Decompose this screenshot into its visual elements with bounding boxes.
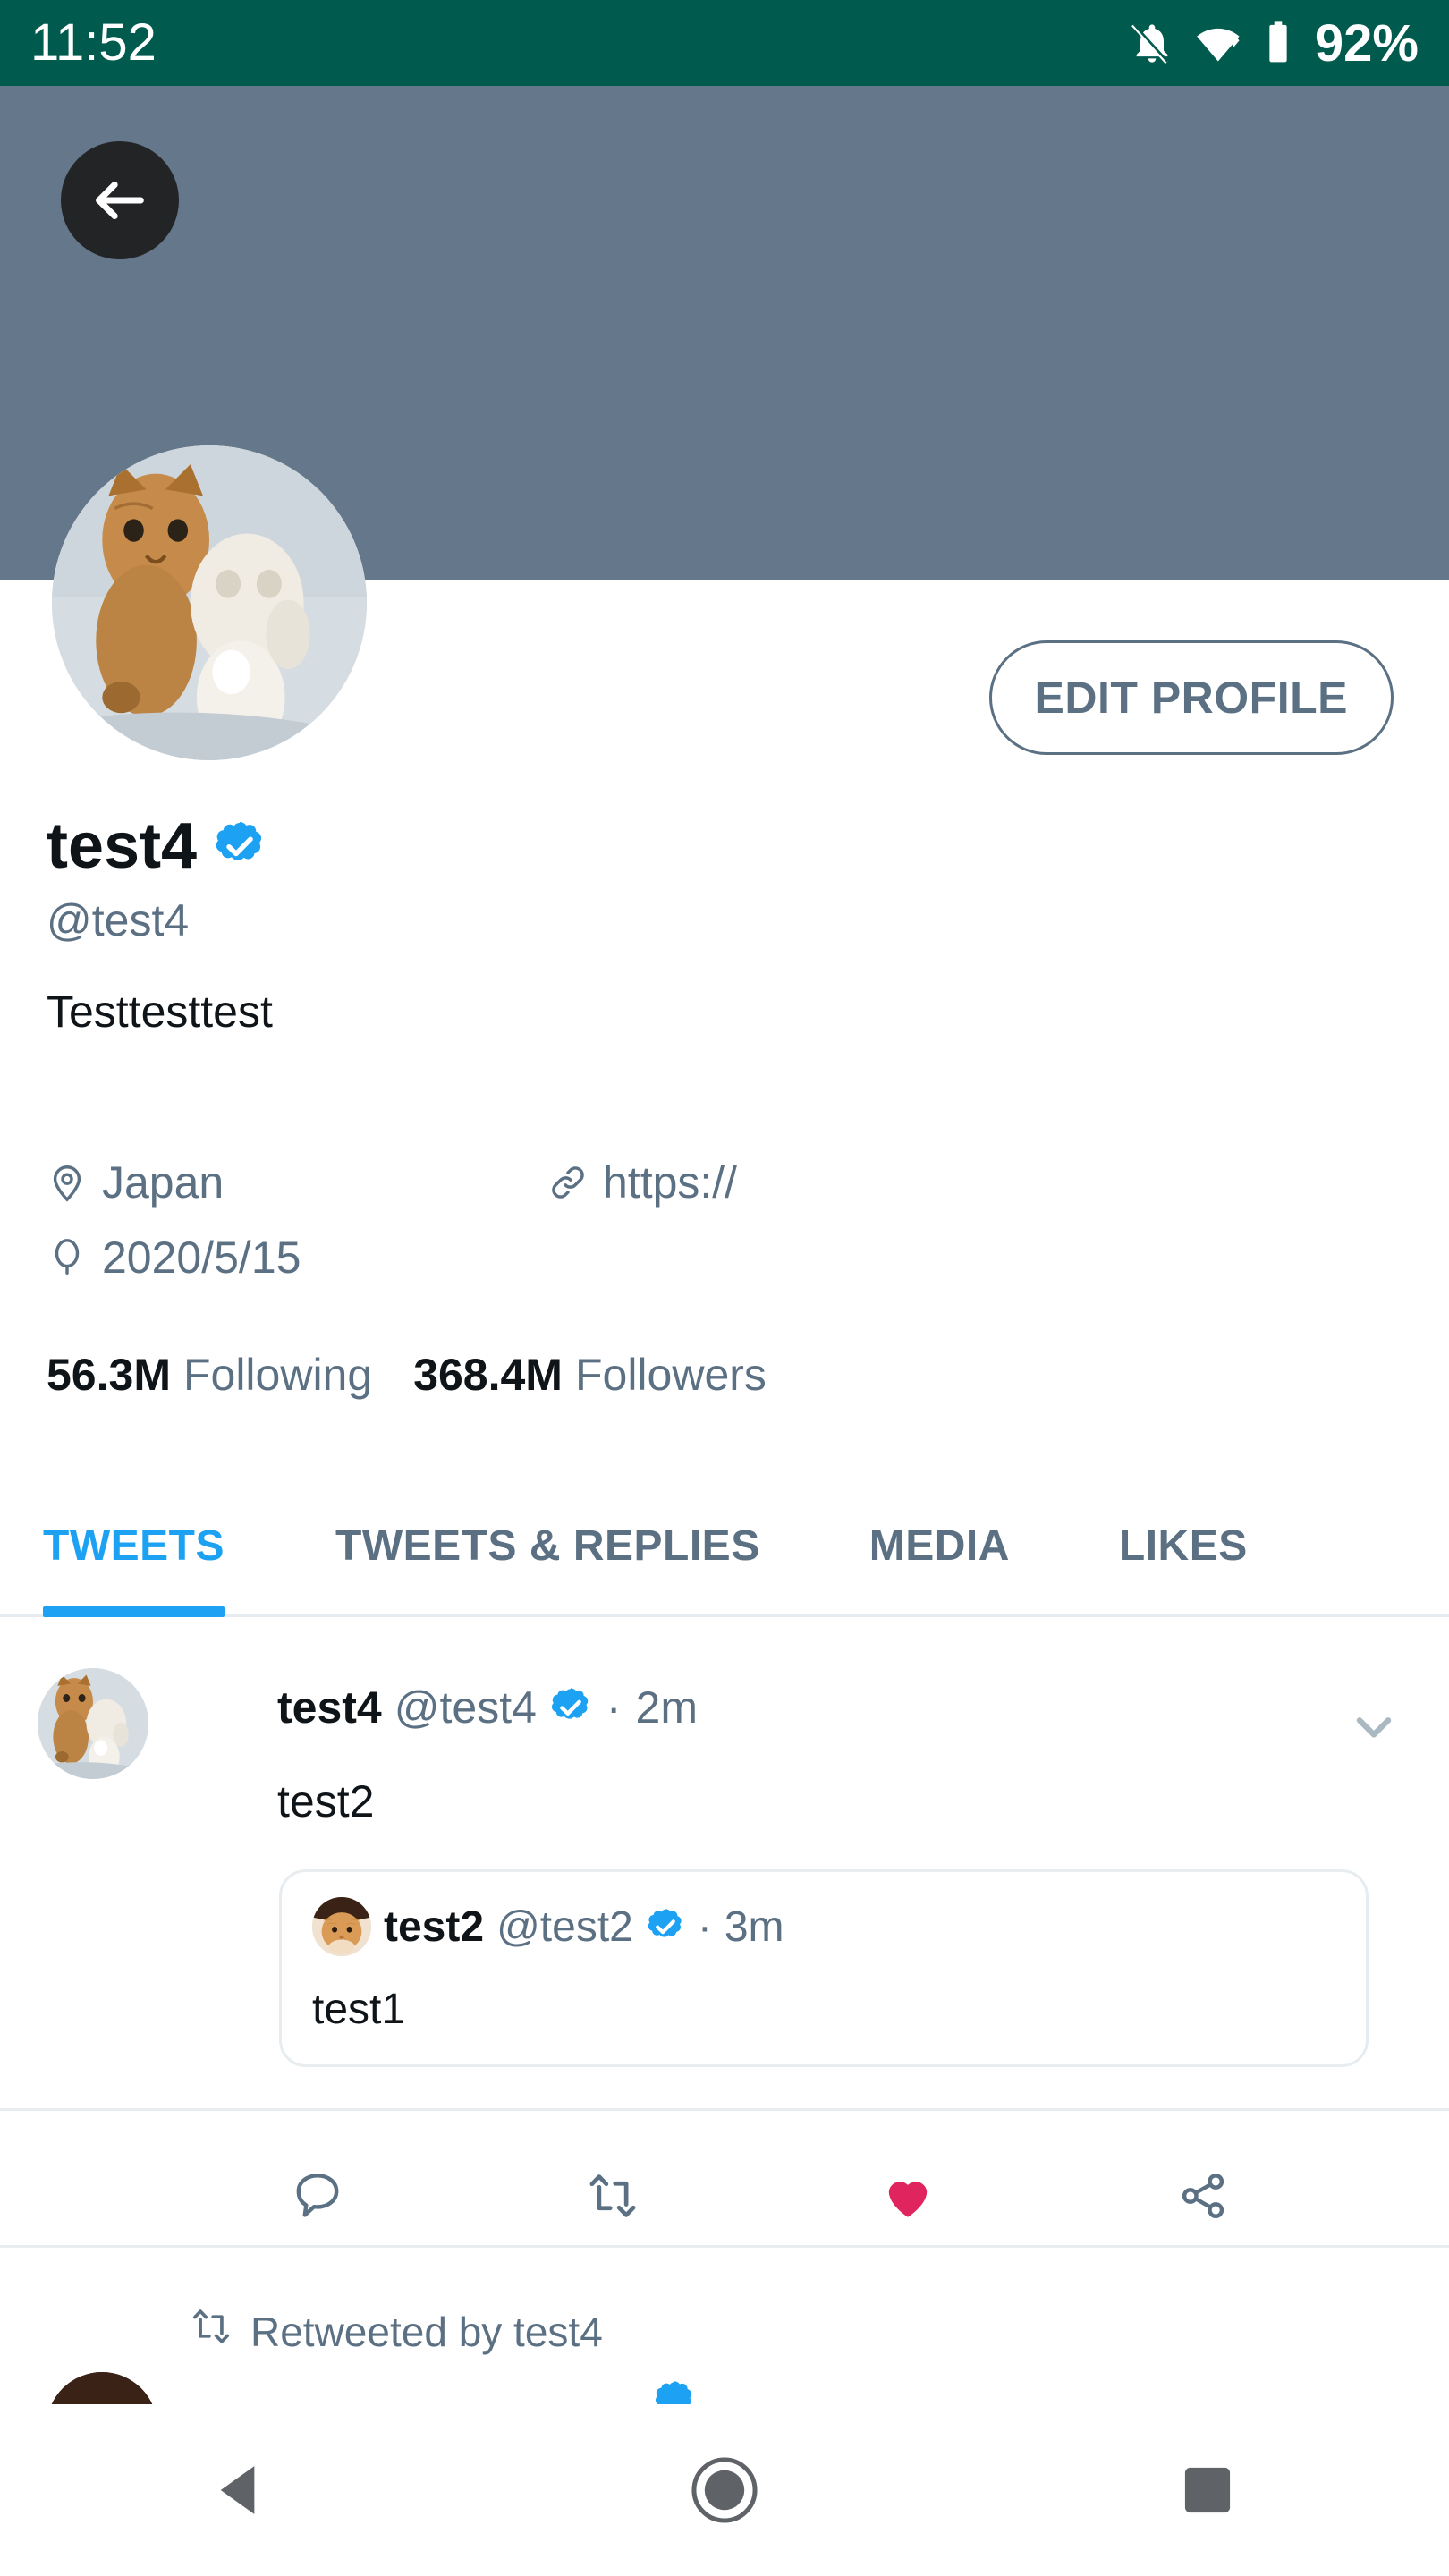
display-name-row: test4 bbox=[47, 814, 1030, 878]
retweet-button[interactable] bbox=[564, 2147, 662, 2245]
verified-badge-icon bbox=[213, 819, 267, 873]
profile-location: Japan bbox=[47, 1157, 547, 1208]
profile-website-label: https:// bbox=[603, 1157, 738, 1208]
meta-row-location-website: Japan https:// bbox=[47, 1145, 1084, 1220]
status-bar-icons: 92% bbox=[1129, 13, 1419, 73]
meta-row-joined: 2020/5/15 bbox=[47, 1220, 1084, 1295]
status-bar-clock: 11:52 bbox=[30, 13, 157, 72]
quoted-tweet-separator: · bbox=[697, 1902, 712, 1951]
verified-badge-icon bbox=[646, 1907, 685, 1946]
page-title: test4 bbox=[47, 810, 198, 882]
verified-badge-icon bbox=[549, 1686, 592, 1729]
like-button[interactable] bbox=[859, 2147, 957, 2245]
quoted-tweet-timestamp: 3m bbox=[724, 1902, 784, 1951]
tweet-divider bbox=[0, 2245, 1449, 2248]
quoted-tweet[interactable]: test2 @test2 · 3m test1 bbox=[279, 1869, 1368, 2067]
profile-joined: 2020/5/15 bbox=[47, 1232, 301, 1284]
share-icon bbox=[1175, 2168, 1231, 2224]
tab-tweets-and-replies[interactable]: TWEETS & REPLIES bbox=[335, 1474, 760, 1617]
tab-tweets-and-replies-label: TWEETS & REPLIES bbox=[335, 1521, 760, 1570]
quoted-tweet-author-name[interactable]: test2 bbox=[384, 1902, 484, 1952]
reply-button[interactable] bbox=[268, 2147, 367, 2245]
profile-website[interactable]: https:// bbox=[547, 1157, 737, 1208]
wifi-icon bbox=[1195, 20, 1245, 66]
profile-tabs: TWEETS TWEETS & REPLIES MEDIA LIKES bbox=[0, 1474, 1449, 1617]
retweet-icon bbox=[188, 2303, 234, 2360]
followers-stat[interactable]: 368.4M Followers bbox=[413, 1349, 767, 1401]
tab-media[interactable]: MEDIA bbox=[869, 1474, 1010, 1617]
chevron-down-icon bbox=[1345, 1717, 1402, 1758]
nav-recents-button[interactable] bbox=[1169, 2452, 1246, 2529]
followers-label: Followers bbox=[574, 1350, 767, 1400]
battery-icon bbox=[1265, 20, 1292, 66]
profile-location-label: Japan bbox=[102, 1157, 225, 1208]
quoted-tweet-author-handle[interactable]: @test2 bbox=[496, 1902, 633, 1952]
quoted-tweet-text: test1 bbox=[312, 1986, 406, 2033]
profile-bio: Testtesttest bbox=[47, 987, 273, 1037]
battery-percent-label: 92% bbox=[1314, 13, 1419, 72]
profile-meta: Japan https:// 2020/5/15 bbox=[47, 1145, 1084, 1295]
link-icon bbox=[547, 1162, 589, 1203]
following-count: 56.3M bbox=[47, 1350, 171, 1400]
tweet-header: test4 @test4 · 2m bbox=[277, 1682, 1368, 1733]
profile-stats: 56.3M Following 368.4M Followers bbox=[47, 1349, 808, 1401]
profile-joined-label: 2020/5/15 bbox=[102, 1233, 301, 1283]
speech-bubble-icon bbox=[290, 2168, 345, 2224]
android-nav-bar bbox=[0, 2404, 1449, 2576]
tweet-actions bbox=[268, 2147, 1252, 2245]
tweet-overflow-button[interactable] bbox=[1345, 1698, 1402, 1759]
share-button[interactable] bbox=[1154, 2147, 1252, 2245]
nav-back-button[interactable] bbox=[203, 2452, 280, 2529]
status-bar: 11:52 92% bbox=[0, 0, 1449, 86]
followers-count: 368.4M bbox=[413, 1350, 563, 1400]
retweet-context-text: Retweeted by test4 bbox=[250, 2308, 603, 2355]
notifications-off-icon bbox=[1129, 20, 1175, 66]
quoted-tweet-header: test2 @test2 · 3m bbox=[312, 1897, 1335, 1956]
profile-identity: test4 @test4 Testtesttest bbox=[47, 814, 1030, 1034]
twitter-profile-screen: 11:52 92% EDIT PROFILE test4 @test4 Test… bbox=[0, 0, 1449, 2576]
quoted-tweet-avatar[interactable] bbox=[312, 1897, 371, 1956]
following-stat[interactable]: 56.3M Following bbox=[47, 1349, 372, 1401]
tab-tweets-label: TWEETS bbox=[43, 1521, 225, 1570]
nav-home-button[interactable] bbox=[686, 2452, 763, 2529]
tab-likes[interactable]: LIKES bbox=[1119, 1474, 1248, 1617]
retweet-context-label: Retweeted by test4 bbox=[188, 2303, 603, 2360]
tweet-timestamp: 2m bbox=[635, 1682, 699, 1733]
location-pin-icon bbox=[47, 1162, 88, 1203]
balloon-icon bbox=[47, 1237, 88, 1278]
profile-handle: @test4 bbox=[47, 895, 190, 945]
tweet-text: test2 bbox=[277, 1776, 375, 1826]
tab-likes-label: LIKES bbox=[1118, 1521, 1248, 1570]
tweet-separator: · bbox=[606, 1682, 622, 1733]
edit-profile-button[interactable]: EDIT PROFILE bbox=[988, 640, 1394, 755]
tab-media-label: MEDIA bbox=[869, 1521, 1010, 1570]
tweet-author-avatar[interactable] bbox=[38, 1668, 148, 1779]
retweet-icon bbox=[583, 2166, 642, 2225]
tab-tweets[interactable]: TWEETS bbox=[43, 1474, 225, 1617]
following-label: Following bbox=[182, 1350, 373, 1400]
arrow-left-icon bbox=[89, 169, 151, 232]
tab-active-indicator bbox=[43, 1606, 225, 1617]
heart-icon bbox=[880, 2168, 936, 2224]
tweet-author-name[interactable]: test4 bbox=[277, 1682, 382, 1733]
profile-avatar[interactable] bbox=[52, 445, 367, 760]
back-button[interactable] bbox=[61, 141, 179, 259]
tweet-author-handle[interactable]: @test4 bbox=[394, 1682, 537, 1733]
